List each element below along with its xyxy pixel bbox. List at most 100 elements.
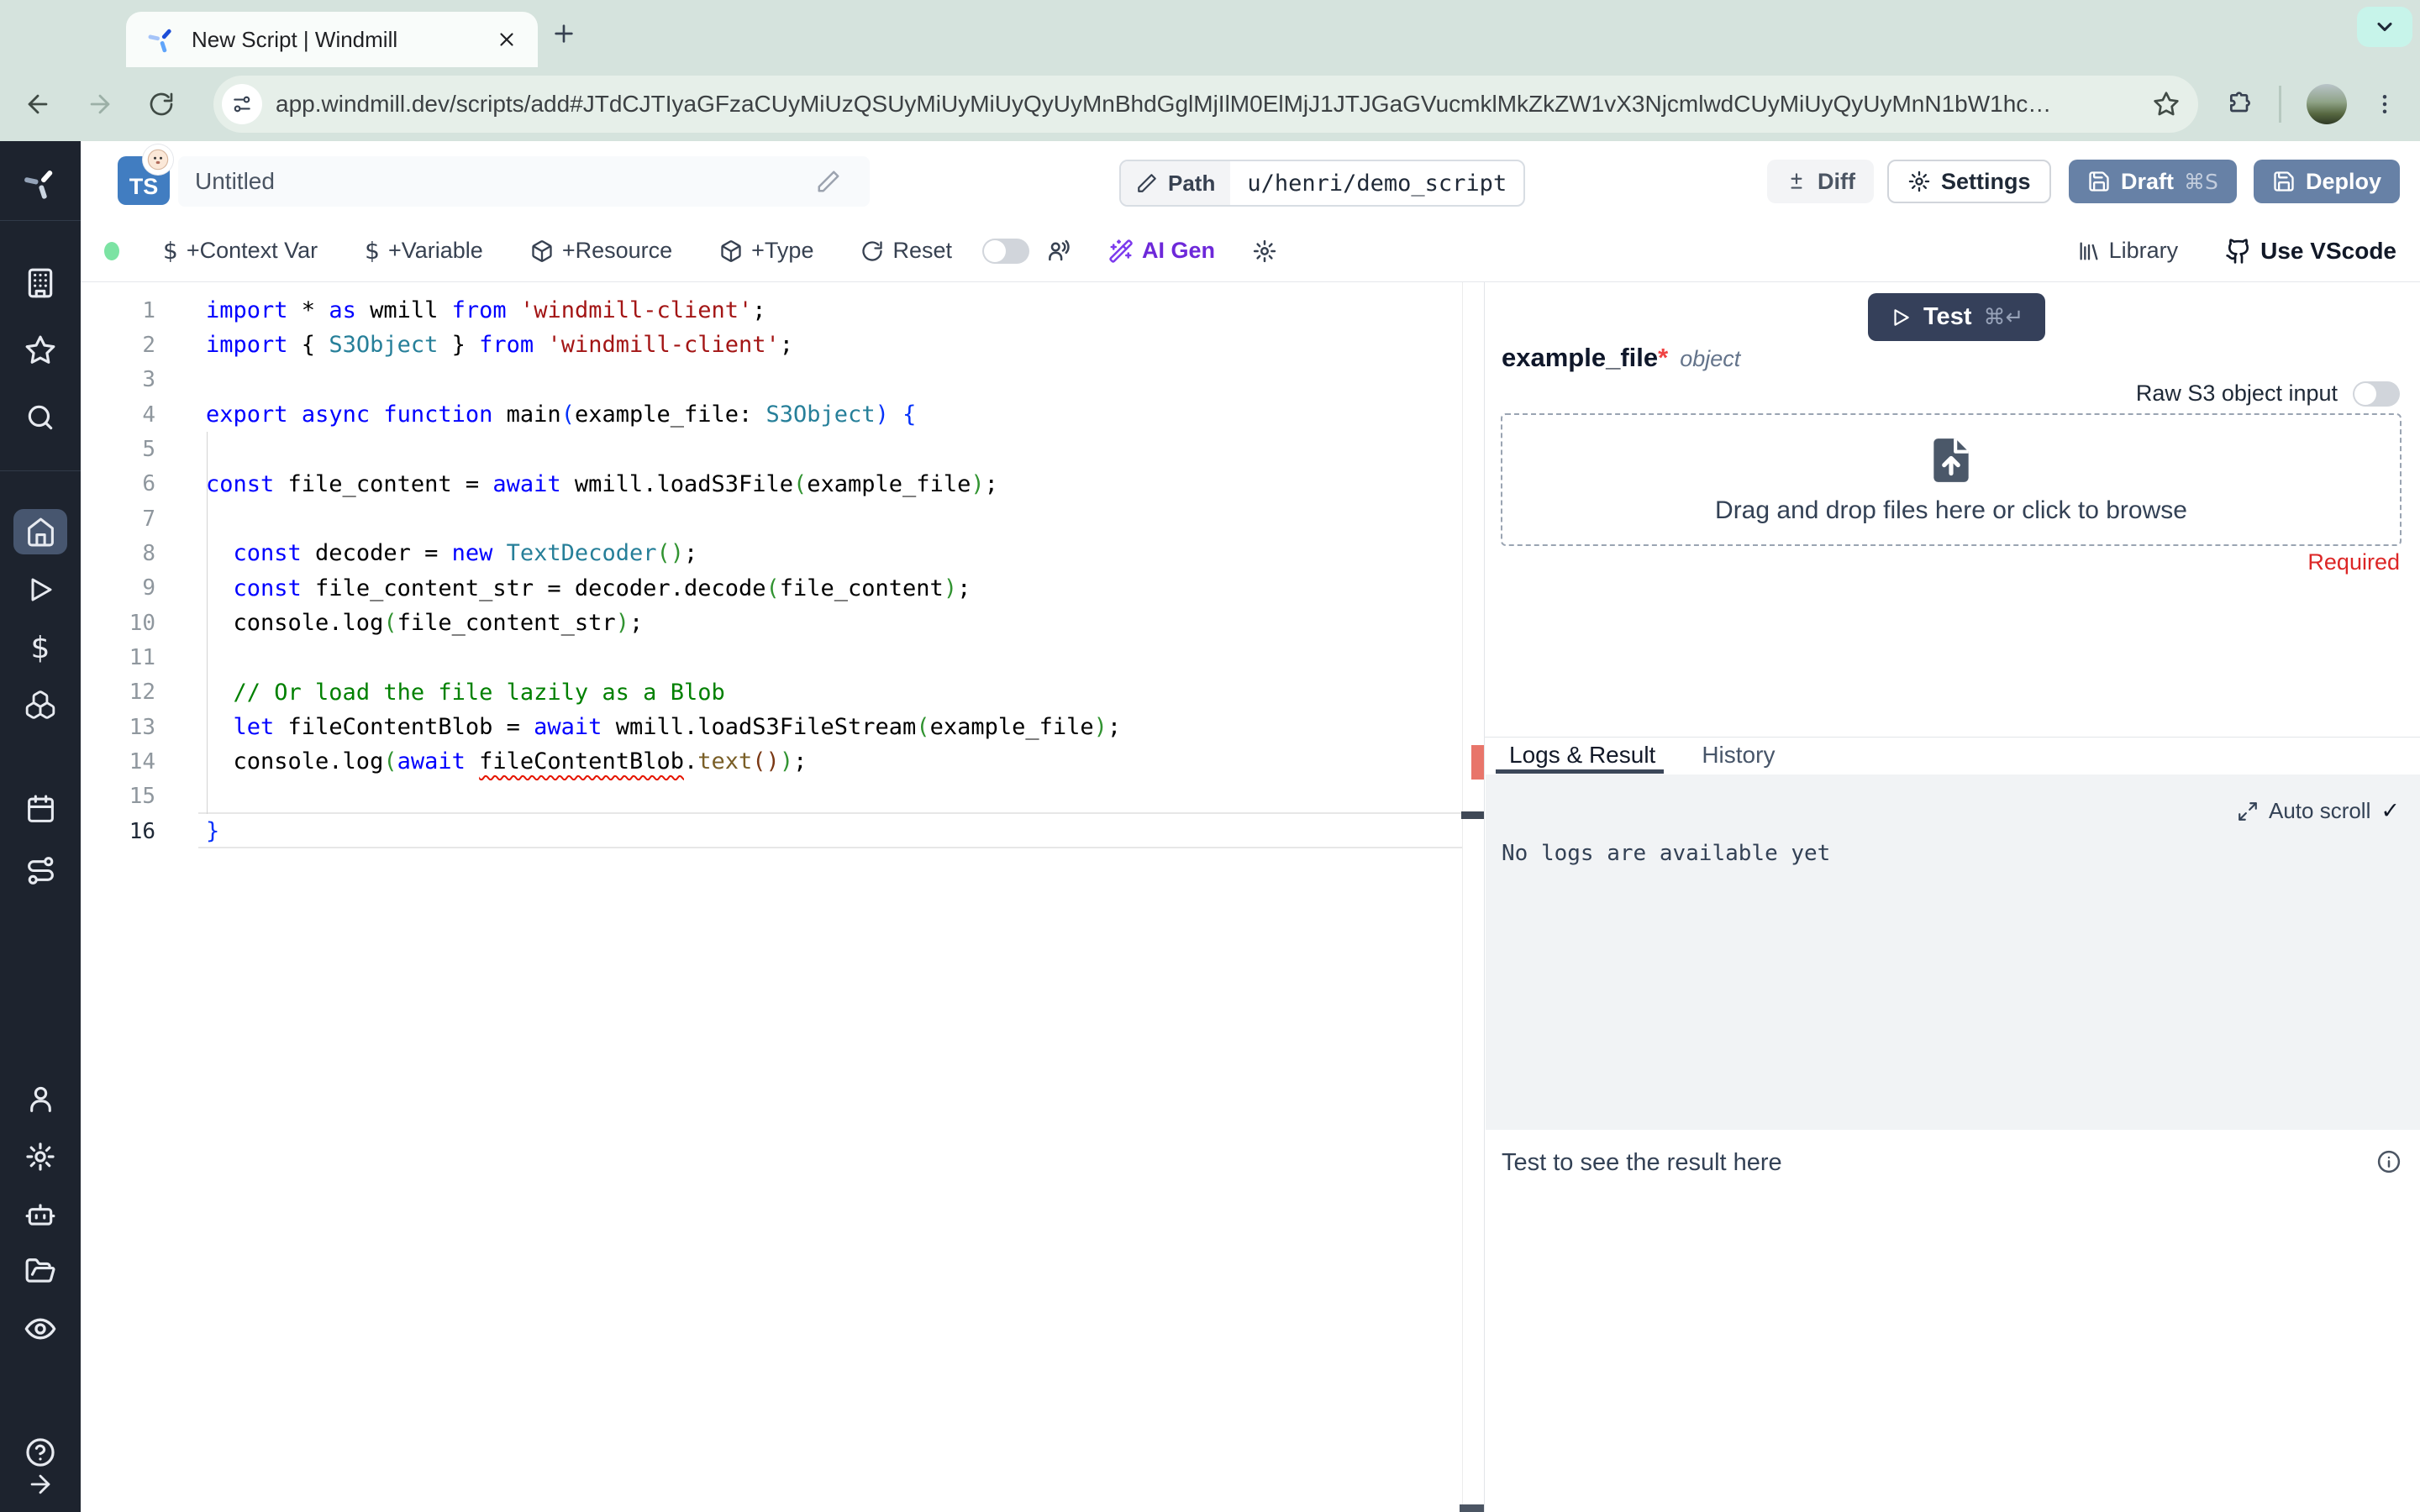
- sidebar-expand-icon[interactable]: [0, 1470, 81, 1499]
- reset-label: Reset: [892, 238, 953, 263]
- add-resource-button[interactable]: +Resource: [530, 238, 672, 264]
- sidebar-item-audit-logs[interactable]: [0, 1312, 81, 1346]
- scrollbar-thumb[interactable]: [1460, 1504, 1484, 1512]
- code-line[interactable]: 2 import { S3Object } from 'windmill-clie…: [81, 328, 1484, 362]
- line-number: 6: [142, 471, 155, 497]
- code-lines[interactable]: 1 import * as wmill from 'windmill-client…: [81, 293, 1484, 848]
- windmill-logo-icon[interactable]: [0, 165, 81, 202]
- address-input[interactable]: app.windmill.dev/scripts/add#JTdCJTIyaGF…: [213, 76, 2198, 133]
- reset-button[interactable]: Reset: [860, 238, 952, 264]
- sidebar-item-search[interactable]: [0, 402, 81, 433]
- add-resource-label: +Resource: [561, 238, 673, 263]
- line-number: 5: [142, 436, 155, 462]
- result-placeholder: Test to see the result here: [1502, 1149, 1782, 1176]
- menu-kebab-icon[interactable]: [2372, 92, 2397, 117]
- toggle-knob: [2354, 382, 2376, 405]
- raw-s3-label: Raw S3 object input: [2135, 381, 2338, 406]
- script-title-input[interactable]: Untitled: [178, 156, 870, 207]
- code-line[interactable]: 9 const file_content_str = decoder.decod…: [81, 571, 1484, 606]
- draft-button[interactable]: Draft ⌘S: [2069, 160, 2237, 203]
- site-settings-icon[interactable]: [222, 84, 262, 124]
- bookmark-star-icon[interactable]: [2153, 91, 2180, 118]
- tab-logs-result[interactable]: Logs & Result: [1509, 742, 1655, 769]
- code-line[interactable]: 4 export async function main(example_file…: [81, 397, 1484, 432]
- tab-history[interactable]: History: [1702, 742, 1775, 769]
- raw-s3-toggle[interactable]: [2353, 381, 2400, 407]
- draft-label: Draft: [2121, 168, 2175, 194]
- sidebar-item-settings[interactable]: [0, 1141, 81, 1173]
- deploy-button[interactable]: Deploy: [2254, 160, 2401, 203]
- profile-avatar[interactable]: [2307, 84, 2347, 124]
- add-type-button[interactable]: +Type: [719, 238, 813, 264]
- tab-close-icon[interactable]: [496, 29, 518, 50]
- file-dropzone[interactable]: Drag and drop files here or click to bro…: [1501, 413, 2402, 546]
- code-line[interactable]: 12 // Or load the file lazily as a Blob: [81, 675, 1484, 710]
- code-line[interactable]: 10 console.log(file_content_str);: [81, 606, 1484, 640]
- windmill-app: $ TS Untitled Path u/henri/demo_script D…: [0, 141, 2420, 1512]
- code-line[interactable]: 14 console.log(await fileContentBlob.tex…: [81, 744, 1484, 779]
- required-asterisk: *: [1658, 343, 1669, 372]
- code-editor[interactable]: 1 import * as wmill from 'windmill-client…: [81, 282, 1484, 1512]
- result-panel: Test to see the result here: [1485, 1130, 2420, 1512]
- code-line[interactable]: 8 const decoder = new TextDecoder();: [81, 536, 1484, 570]
- script-title-value: Untitled: [195, 168, 275, 194]
- sidebar-item-folders[interactable]: [0, 1256, 81, 1288]
- divider: [1485, 737, 2420, 738]
- library-button[interactable]: Library: [2077, 238, 2178, 264]
- editor-settings-gear-icon[interactable]: [1252, 239, 1277, 264]
- diff-button[interactable]: Diff: [1767, 160, 1874, 203]
- reload-icon[interactable]: [148, 91, 175, 118]
- code-line[interactable]: 5: [81, 432, 1484, 466]
- path-editor[interactable]: Path u/henri/demo_script: [1119, 160, 1526, 207]
- path-value: u/henri/demo_script: [1247, 170, 1507, 197]
- ai-gen-button[interactable]: AI Gen: [1108, 238, 1215, 264]
- code-line[interactable]: 13 let fileContentBlob = await wmill.loa…: [81, 710, 1484, 744]
- code-line[interactable]: 6 const file_content = await wmill.loadS3…: [81, 467, 1484, 501]
- back-icon[interactable]: [24, 90, 52, 118]
- settings-button[interactable]: Settings: [1887, 160, 2051, 203]
- sidebar-item-workspace[interactable]: [0, 267, 81, 299]
- sidebar-item-resources[interactable]: [0, 689, 81, 721]
- expand-icon: [2238, 801, 2257, 821]
- add-context-var-button[interactable]: $ +Context Var: [163, 237, 318, 265]
- no-logs-text: No logs are available yet: [1502, 841, 1831, 866]
- edit-pencil-icon[interactable]: [816, 169, 841, 194]
- result-tabs: Logs & Result History: [1485, 740, 1775, 770]
- add-variable-button[interactable]: $ +Variable: [365, 237, 483, 265]
- tab-search-button[interactable]: [2357, 7, 2412, 47]
- dollar-icon: $: [163, 237, 178, 265]
- code-line[interactable]: 1 import * as wmill from 'windmill-client…: [81, 293, 1484, 328]
- extensions-icon[interactable]: [2227, 91, 2254, 118]
- sidebar-item-help[interactable]: [0, 1436, 81, 1468]
- line-number: 3: [142, 367, 155, 393]
- auto-scroll-control[interactable]: Auto scroll ✓: [2237, 798, 2400, 824]
- code-line[interactable]: 3: [81, 363, 1484, 397]
- info-icon[interactable]: [2376, 1149, 2402, 1174]
- forward-icon[interactable]: [86, 90, 114, 118]
- line-number: 12: [129, 680, 155, 706]
- sidebar-item-schedules[interactable]: [0, 794, 81, 825]
- sidebar-item-favorites[interactable]: [0, 334, 81, 366]
- use-vscode-button[interactable]: Use VScode: [2225, 238, 2396, 265]
- sidebar-item-workers[interactable]: [0, 1199, 81, 1231]
- test-button[interactable]: Test ⌘↵: [1868, 293, 2046, 341]
- sidebar-item-runs[interactable]: [0, 575, 81, 605]
- sidebar-item-flows[interactable]: [0, 855, 81, 886]
- multiplayer-toggle[interactable]: [982, 238, 1030, 264]
- error-marker: [1471, 745, 1484, 780]
- code-line[interactable]: 11: [81, 640, 1484, 675]
- code-line[interactable]: 16}: [81, 814, 1484, 848]
- new-tab-button[interactable]: [550, 20, 577, 47]
- code-line[interactable]: 15: [81, 780, 1484, 814]
- sidebar-item-variables[interactable]: $: [0, 633, 81, 664]
- browser-tab[interactable]: New Script | Windmill: [126, 12, 538, 67]
- sidebar-item-home[interactable]: [0, 517, 81, 548]
- sidebar-item-users[interactable]: [0, 1084, 81, 1115]
- screen: New Script | Windmill app.windmill.dev/s…: [0, 0, 2420, 1512]
- divider: [2279, 86, 2281, 123]
- language-ready-dot: [104, 241, 119, 260]
- code-line[interactable]: 7: [81, 501, 1484, 536]
- tab-title: New Script | Windmill: [192, 26, 398, 52]
- path-edit-button[interactable]: Path: [1121, 161, 1231, 205]
- url-text: app.windmill.dev/scripts/add#JTdCJTIyaGF…: [276, 91, 2052, 117]
